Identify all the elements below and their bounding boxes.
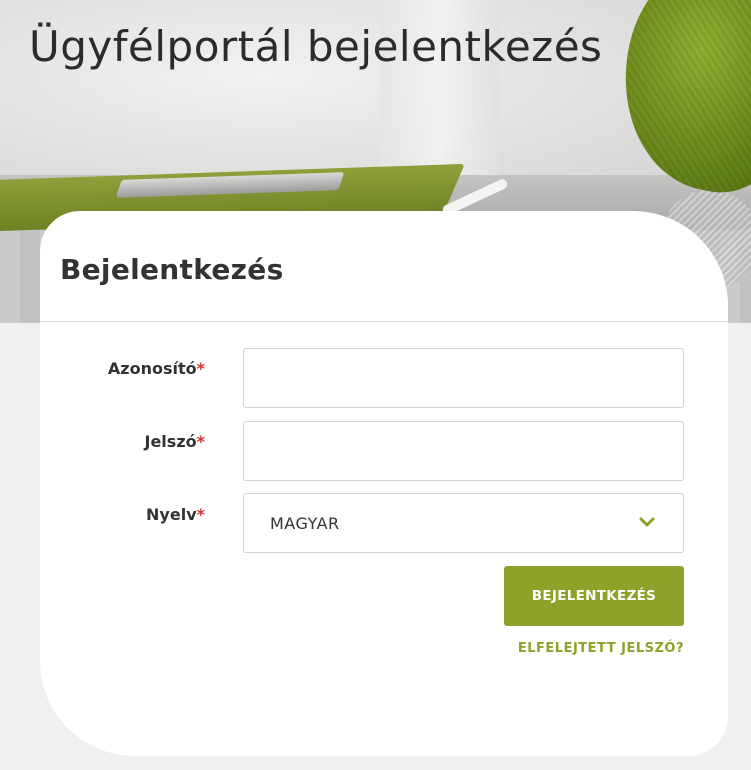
password-label-text: Jelszó xyxy=(144,432,197,451)
required-marker: * xyxy=(196,505,205,524)
username-input[interactable] xyxy=(243,348,684,408)
login-card: Bejelentkezés Azonosító* Jelszó* Nyelv* … xyxy=(40,211,728,756)
password-label: Jelszó* xyxy=(145,432,206,451)
chevron-down-icon xyxy=(639,517,655,527)
password-input[interactable] xyxy=(243,421,684,481)
login-card-title: Bejelentkezés xyxy=(60,253,284,286)
forgot-password-link[interactable]: ELFELEJTETT JELSZÓ? xyxy=(518,641,684,656)
language-select-value: MAGYAR xyxy=(270,514,340,533)
username-label: Azonosító* xyxy=(108,359,205,378)
login-button[interactable]: BEJELENTKEZÉS xyxy=(504,566,684,626)
required-marker: * xyxy=(196,432,205,451)
language-label-text: Nyelv xyxy=(146,505,197,524)
language-label: Nyelv* xyxy=(146,505,205,524)
required-marker: * xyxy=(196,359,205,378)
username-label-text: Azonosító xyxy=(107,359,197,378)
language-select[interactable]: MAGYAR xyxy=(243,493,684,553)
page-title: Ügyfélportál bejelentkezés xyxy=(29,22,603,71)
card-divider xyxy=(40,321,728,322)
